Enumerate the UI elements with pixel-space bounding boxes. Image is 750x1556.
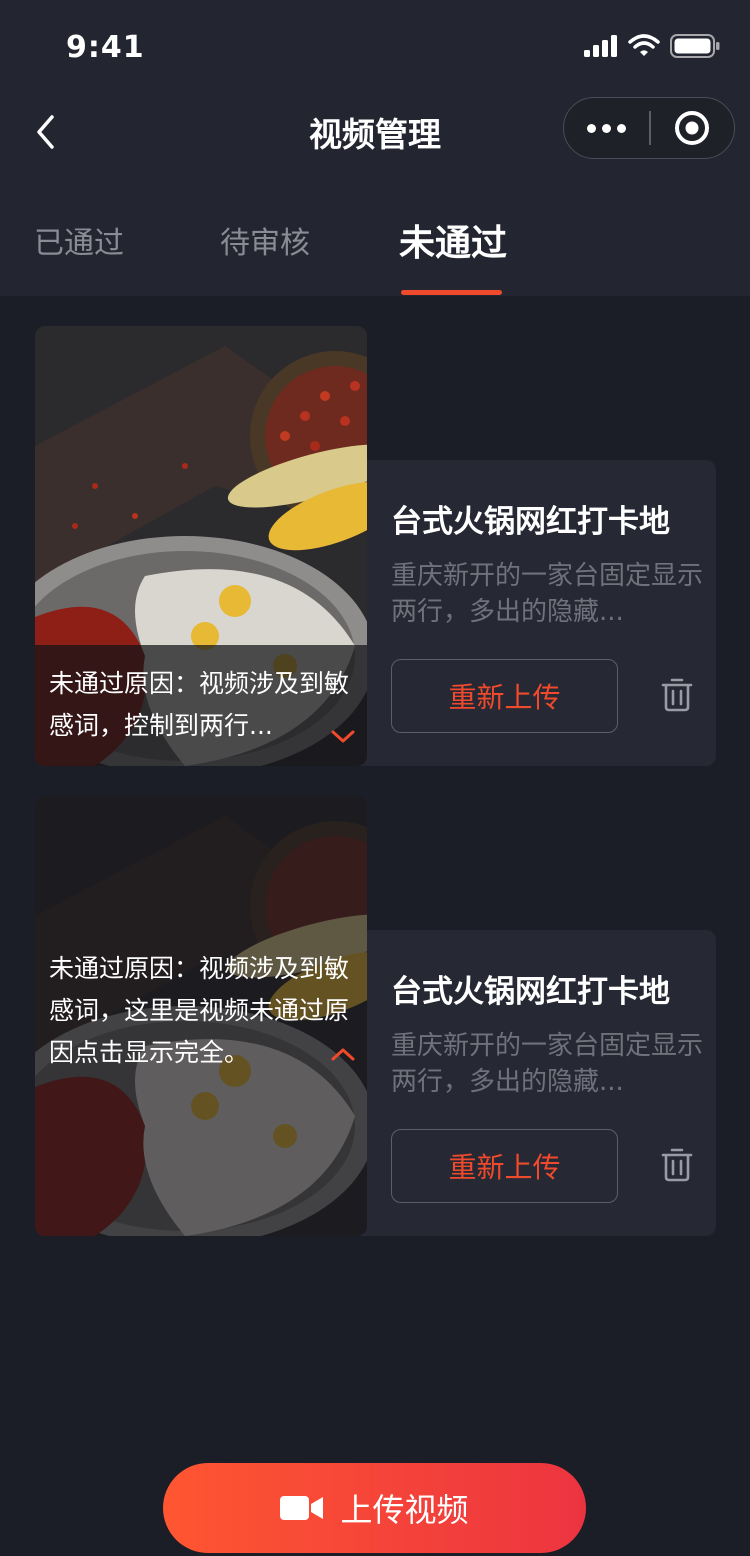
nav-bar: 视频管理: [0, 88, 750, 176]
card-description: 重庆新开的一家台固定显示两行，多出的隐藏...: [391, 561, 704, 627]
more-dots-icon: [587, 123, 627, 133]
card-title: 台式火锅网红打卡地: [391, 974, 670, 1010]
wifi-icon: [628, 34, 660, 56]
video-thumbnail[interactable]: 未通过原因：视频涉及到敏感词，控制到两行...: [35, 326, 367, 766]
tab-active-indicator: [401, 290, 502, 295]
upload-video-label: 上传视频: [340, 1491, 469, 1529]
status-bar: 9:41: [0, 0, 750, 88]
video-thumbnail[interactable]: 未通过原因：视频涉及到敏感词，这里是视频未通过原因点击显示完全。: [35, 796, 367, 1236]
close-mini-program-button[interactable]: [651, 98, 734, 158]
chevron-up-icon[interactable]: [331, 1047, 355, 1061]
tab-approved[interactable]: 已通过: [34, 218, 124, 262]
rejection-reason-overlay[interactable]: 未通过原因：视频涉及到敏感词，这里是视频未通过原因点击显示完全。: [35, 796, 367, 1236]
rejection-reason-text: 未通过原因：视频涉及到敏感词，这里是视频未通过原因点击显示完全。: [49, 954, 350, 1067]
delete-button[interactable]: [655, 673, 699, 717]
status-tabs: 已通过 待审核 未通过: [0, 200, 750, 296]
trash-icon: [661, 678, 693, 712]
mini-program-capsule: [563, 97, 735, 159]
video-camera-icon: [280, 1496, 324, 1520]
header-area: 9:41 视频管理 已通过 待审核 未通过: [0, 0, 750, 296]
more-button[interactable]: [564, 98, 649, 158]
status-icons: [584, 34, 720, 58]
reupload-button[interactable]: 重新上传: [391, 1129, 618, 1203]
chevron-down-icon[interactable]: [331, 730, 355, 744]
reupload-button[interactable]: 重新上传: [391, 659, 618, 733]
tab-pending[interactable]: 待审核: [220, 218, 310, 262]
signal-icon: [584, 35, 617, 57]
delete-button[interactable]: [655, 1143, 699, 1187]
rejection-reason-text: 未通过原因：视频涉及到敏感词，控制到两行...: [49, 669, 350, 740]
video-card: 未通过原因：视频涉及到敏感词，控制到两行... 台式火锅网红打卡地 重庆新开的一…: [35, 326, 716, 766]
status-time: 9:41: [66, 30, 145, 65]
rejection-reason-overlay[interactable]: 未通过原因：视频涉及到敏感词，控制到两行...: [35, 645, 367, 766]
tab-rejected[interactable]: 未通过: [399, 214, 507, 266]
battery-icon: [670, 34, 720, 58]
target-close-icon: [675, 111, 710, 145]
trash-icon: [661, 1148, 693, 1182]
video-card: 未通过原因：视频涉及到敏感词，这里是视频未通过原因点击显示完全。 台式火锅网红打…: [35, 796, 716, 1236]
card-title: 台式火锅网红打卡地: [391, 504, 670, 540]
card-description: 重庆新开的一家台固定显示两行，多出的隐藏...: [391, 1031, 704, 1097]
upload-video-button[interactable]: 上传视频: [163, 1463, 586, 1553]
